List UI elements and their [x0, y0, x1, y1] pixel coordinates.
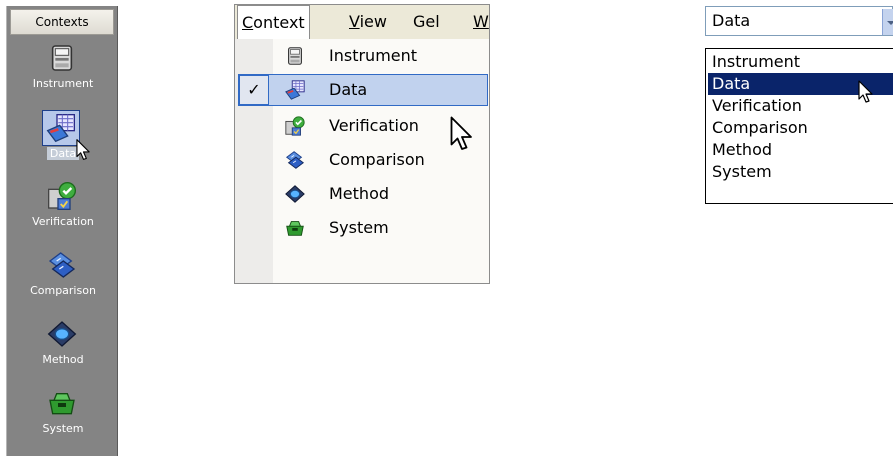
- system-icon: [45, 387, 79, 419]
- menu-bar: Context View Gel W: [235, 5, 489, 41]
- method-icon: [283, 183, 307, 205]
- mouse-pointer-icon: [858, 80, 874, 104]
- combo-value: Data: [712, 11, 751, 30]
- contexts-sidebar: Contexts Instrument Data Verification Co…: [6, 6, 118, 456]
- menu-item-label: Method: [329, 184, 390, 203]
- menu-item-label: Comparison: [329, 150, 425, 169]
- list-item[interactable]: Method: [706, 139, 893, 161]
- menu-item-method[interactable]: Method: [235, 177, 489, 211]
- data-icon: [283, 79, 307, 101]
- instrument-icon: [45, 42, 79, 74]
- sidebar-item-label: Data: [46, 147, 80, 160]
- method-icon: [45, 318, 79, 350]
- list-item[interactable]: Comparison: [706, 117, 893, 139]
- sidebar-item-method[interactable]: Method: [7, 318, 119, 384]
- menu-item-label: Verification: [329, 116, 419, 135]
- menu-context[interactable]: Context: [237, 5, 310, 41]
- menu-label: Gel: [413, 12, 440, 31]
- menu-item-label: Instrument: [329, 46, 418, 65]
- combo-dropdown-list: Instrument Data Verification Comparison …: [705, 48, 893, 204]
- checkmark-icon: ✓: [239, 75, 269, 105]
- context-dropdown: Instrument ✓ Data Verification Compariso…: [235, 39, 489, 283]
- menu-mnemonic: V: [349, 12, 360, 31]
- sidebar-item-label: Comparison: [30, 284, 96, 297]
- menu-mnemonic: W: [473, 12, 489, 31]
- mouse-pointer-icon: [76, 138, 91, 162]
- menu-view[interactable]: View: [349, 5, 387, 39]
- sidebar-item-label: Method: [42, 353, 84, 366]
- system-icon: [283, 217, 307, 239]
- sidebar-item-label: Instrument: [32, 77, 94, 90]
- menu-label-rest: ontext: [253, 13, 305, 32]
- menu-item-instrument[interactable]: Instrument: [235, 39, 489, 73]
- menu-label-rest: iew: [359, 12, 387, 31]
- comparison-icon: [45, 249, 79, 281]
- mouse-pointer-icon: [450, 116, 474, 152]
- comparison-icon: [283, 149, 307, 171]
- verification-icon: [283, 115, 307, 137]
- menu-mnemonic: C: [242, 13, 254, 32]
- sidebar-item-system[interactable]: System: [7, 387, 119, 453]
- list-item[interactable]: Instrument: [706, 51, 893, 73]
- data-icon: [42, 110, 80, 146]
- sidebar-item-comparison[interactable]: Comparison: [7, 249, 119, 315]
- sidebar-item-verification[interactable]: Verification: [7, 180, 119, 246]
- sidebar-item-data[interactable]: Data: [7, 110, 119, 178]
- chevron-down-icon[interactable]: [882, 9, 893, 35]
- verification-icon: [45, 180, 79, 212]
- menu-item-system[interactable]: System: [235, 211, 489, 245]
- menu-item-label: Data: [329, 80, 368, 99]
- sidebar-header: Contexts: [10, 9, 114, 35]
- sidebar-item-label: Verification: [32, 215, 94, 228]
- list-item[interactable]: System: [706, 161, 893, 183]
- instrument-icon: [283, 45, 307, 67]
- sidebar-item-instrument[interactable]: Instrument: [7, 42, 119, 108]
- menu-gel[interactable]: Gel: [413, 5, 440, 39]
- menu-item-data[interactable]: ✓ Data: [235, 73, 489, 107]
- context-combo-box[interactable]: Data: [705, 6, 893, 36]
- sidebar-item-label: System: [42, 422, 84, 435]
- menu-w[interactable]: W: [473, 5, 489, 39]
- menu-item-label: System: [329, 218, 389, 237]
